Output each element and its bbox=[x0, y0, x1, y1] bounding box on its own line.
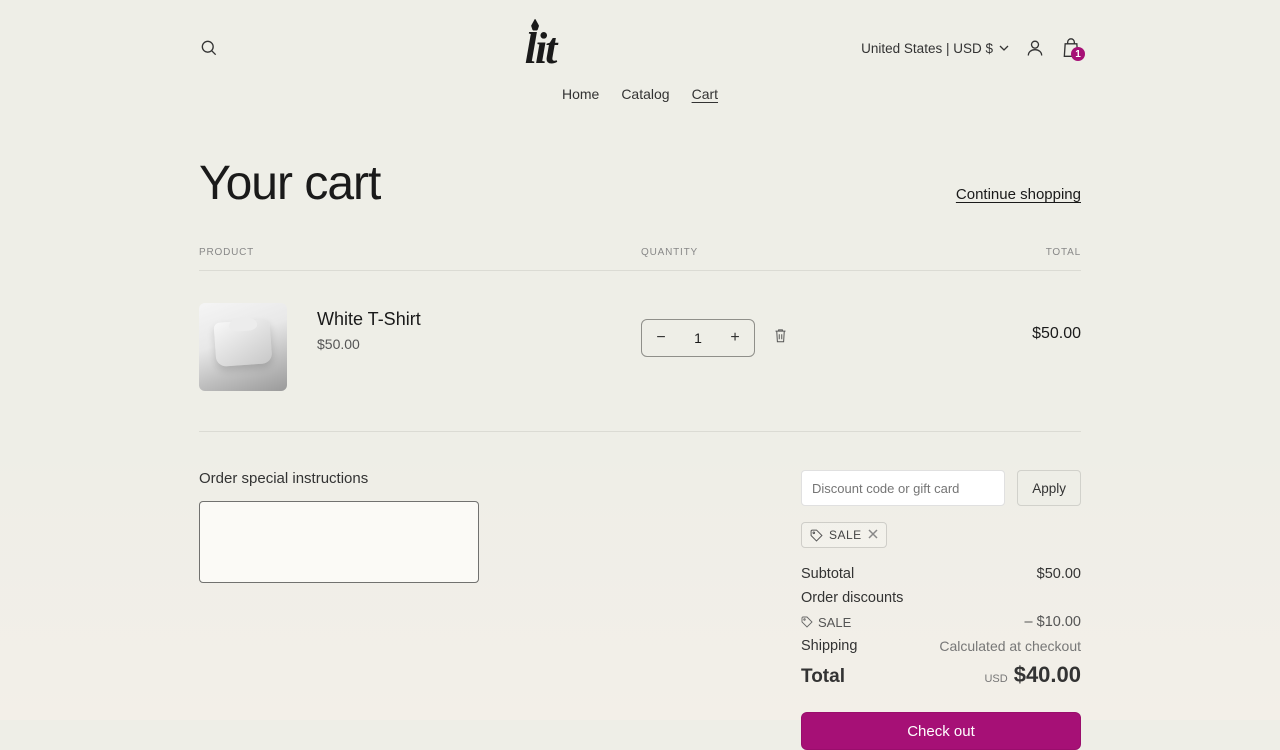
instructions-label: Order special instructions bbox=[199, 470, 601, 487]
search-icon[interactable] bbox=[199, 38, 219, 58]
special-instructions: Order special instructions bbox=[199, 470, 601, 750]
shipping-label: Shipping bbox=[801, 638, 857, 654]
header: lit United States | USD $ 1 bbox=[199, 0, 1081, 72]
instructions-input[interactable] bbox=[199, 501, 479, 583]
discount-input[interactable] bbox=[801, 470, 1005, 506]
cart-badge: 1 bbox=[1071, 47, 1085, 61]
product-name[interactable]: White T-Shirt bbox=[317, 309, 421, 330]
flame-icon bbox=[531, 19, 539, 31]
locale-selector[interactable]: United States | USD $ bbox=[861, 41, 1009, 56]
cart-icon[interactable]: 1 bbox=[1061, 37, 1081, 59]
trash-icon bbox=[773, 327, 788, 344]
col-total: TOTAL bbox=[921, 247, 1081, 258]
total-value: $40.00 bbox=[1014, 662, 1081, 687]
tag-icon bbox=[810, 529, 823, 542]
order-summary: Apply SALE Subtotal $50.00 Order discoun… bbox=[801, 470, 1081, 750]
cart-table-header: PRODUCT QUANTITY TOTAL bbox=[199, 247, 1081, 271]
primary-nav: Home Catalog Cart bbox=[199, 72, 1081, 112]
line-total: $50.00 bbox=[921, 303, 1081, 343]
continue-shopping-link[interactable]: Continue shopping bbox=[956, 186, 1081, 203]
close-icon bbox=[868, 529, 878, 539]
total-currency: USD bbox=[984, 673, 1007, 685]
discount-value: – $10.00 bbox=[1025, 614, 1081, 630]
logo[interactable]: lit bbox=[525, 23, 556, 74]
col-product: PRODUCT bbox=[199, 247, 641, 258]
checkout-button[interactable]: Check out bbox=[801, 712, 1081, 750]
page-title: Your cart bbox=[199, 156, 380, 211]
shipping-value: Calculated at checkout bbox=[939, 638, 1081, 654]
chip-label: SALE bbox=[829, 528, 862, 542]
qty-decrease-button[interactable]: − bbox=[642, 320, 680, 356]
col-quantity: QUANTITY bbox=[641, 247, 921, 258]
tag-icon bbox=[801, 616, 813, 628]
qty-increase-button[interactable]: + bbox=[716, 320, 754, 356]
remove-discount-button[interactable] bbox=[868, 528, 878, 542]
cart-row: White T-Shirt $50.00 − 1 + $50.00 bbox=[199, 271, 1081, 432]
locale-label: United States | USD $ bbox=[861, 41, 993, 56]
discount-name: SALE bbox=[818, 615, 851, 630]
logo-text: lit bbox=[525, 23, 556, 74]
quantity-stepper: − 1 + bbox=[641, 319, 755, 357]
product-thumbnail[interactable] bbox=[199, 303, 287, 391]
account-icon[interactable] bbox=[1025, 38, 1045, 58]
subtotal-value: $50.00 bbox=[1037, 566, 1081, 582]
qty-value[interactable]: 1 bbox=[680, 330, 716, 346]
product-price: $50.00 bbox=[317, 336, 421, 352]
nav-catalog[interactable]: Catalog bbox=[621, 86, 669, 102]
nav-home[interactable]: Home bbox=[562, 86, 599, 102]
total-label: Total bbox=[801, 666, 845, 688]
apply-discount-button[interactable]: Apply bbox=[1017, 470, 1081, 506]
order-discounts-label: Order discounts bbox=[801, 590, 903, 606]
applied-discount-chip: SALE bbox=[801, 522, 887, 548]
chevron-down-icon bbox=[999, 45, 1009, 51]
remove-item-button[interactable] bbox=[773, 327, 788, 349]
nav-cart[interactable]: Cart bbox=[692, 86, 718, 102]
subtotal-label: Subtotal bbox=[801, 566, 854, 582]
